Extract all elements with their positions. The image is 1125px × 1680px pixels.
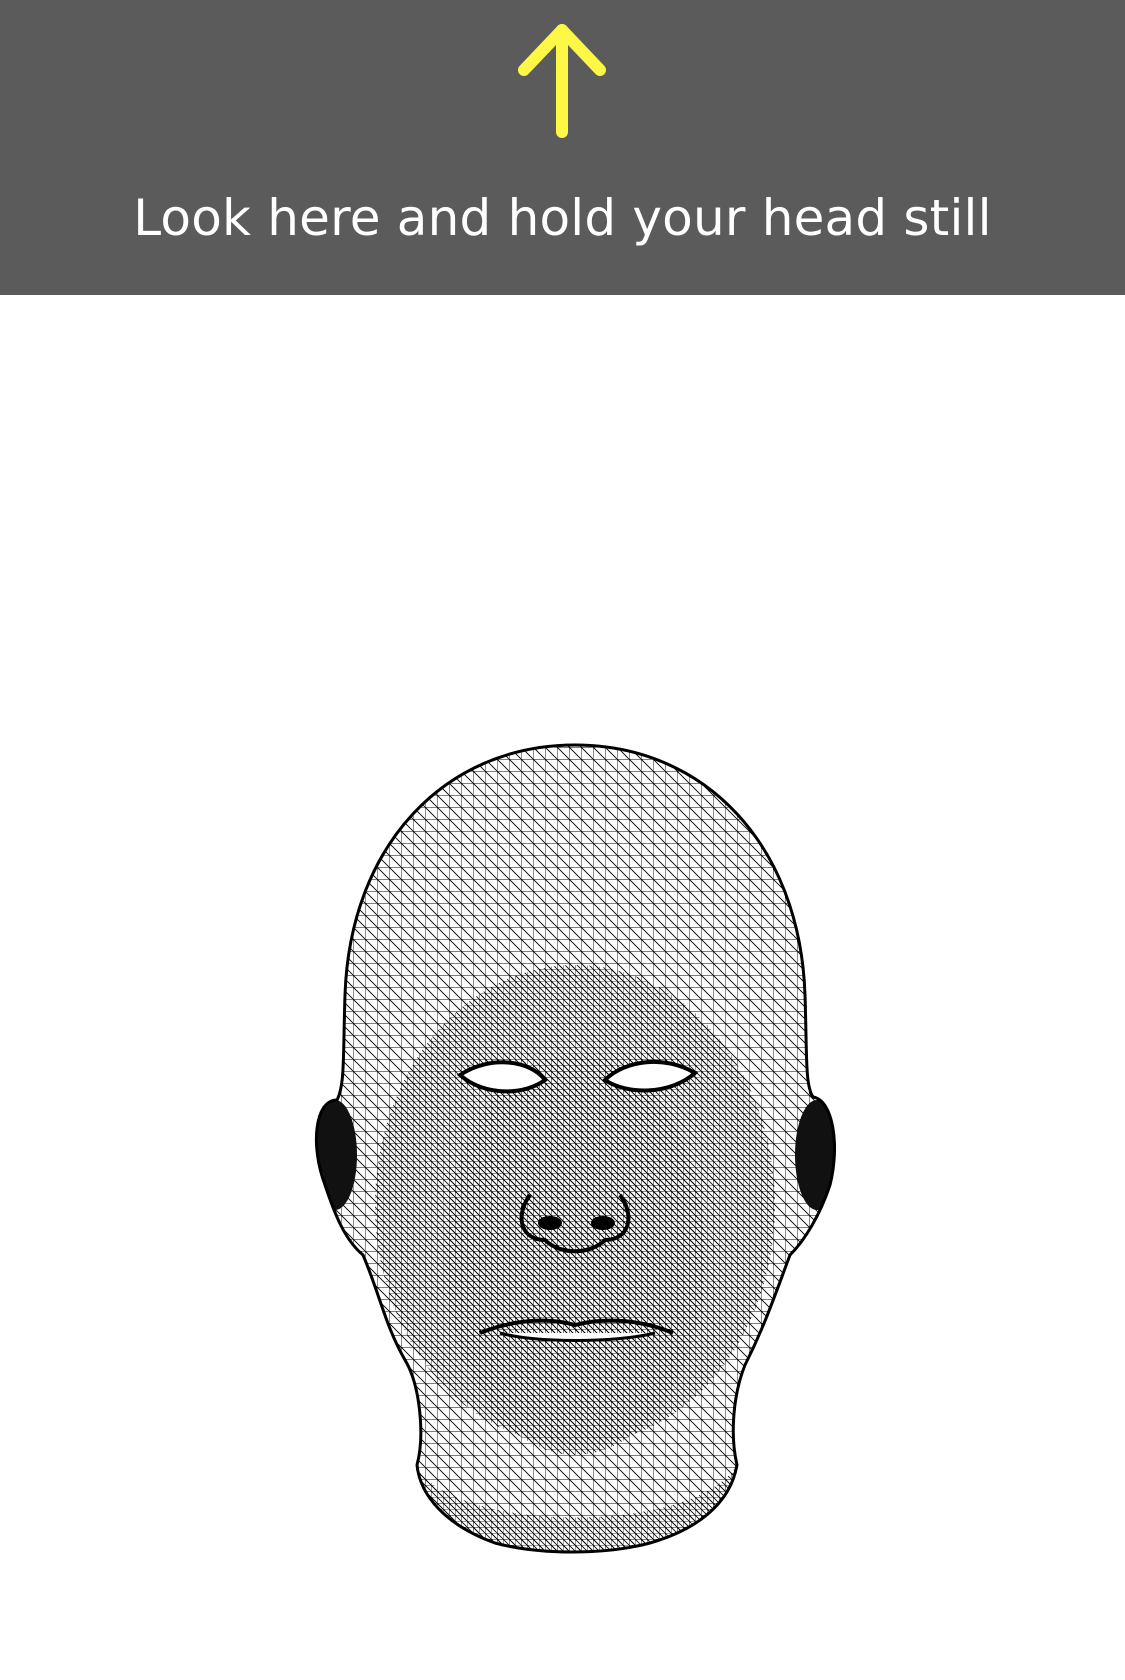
instruction-banner: Look here and hold your head still [0,0,1125,295]
arrow-up-icon [518,24,606,138]
face-mesh-wireframe-icon [314,743,836,1554]
instruction-text: Look here and hold your head still [133,189,992,247]
